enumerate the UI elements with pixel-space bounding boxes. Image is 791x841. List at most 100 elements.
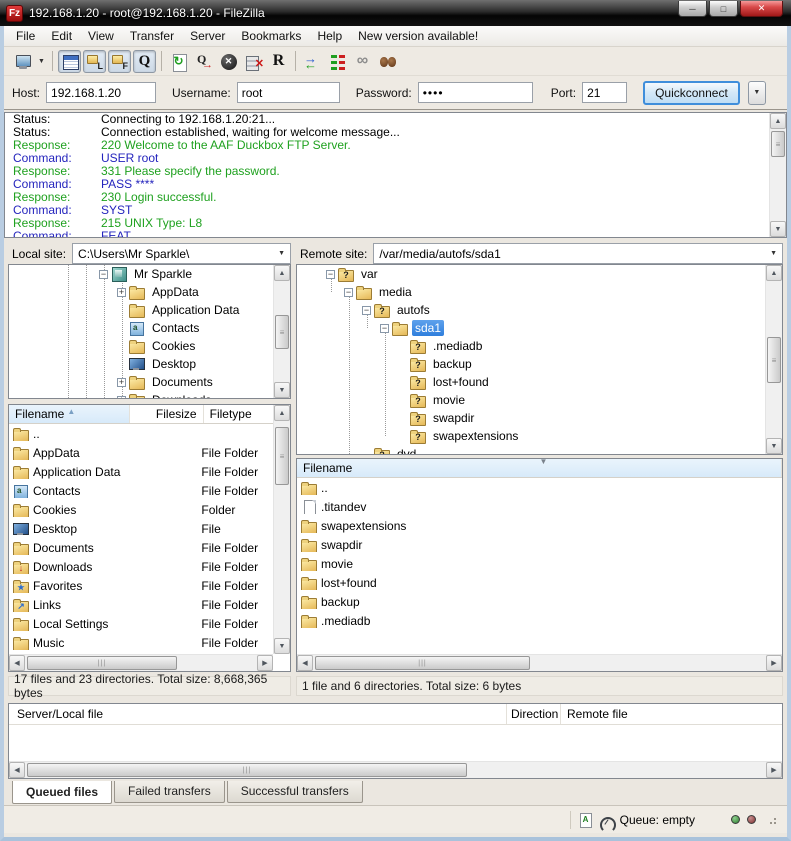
toggle-message-log-icon[interactable] bbox=[58, 50, 81, 73]
tree-row[interactable]: media bbox=[297, 283, 782, 301]
chevron-down-icon[interactable]: ▼ bbox=[770, 250, 777, 257]
password-input[interactable] bbox=[418, 82, 533, 103]
scroll-right-icon[interactable]: ▶ bbox=[766, 762, 782, 778]
scroll-right-icon[interactable]: ▶ bbox=[257, 655, 273, 671]
tree-row[interactable]: Application Data bbox=[9, 301, 290, 319]
file-row[interactable]: .mediadb bbox=[297, 611, 782, 630]
link-icon[interactable] bbox=[351, 50, 374, 73]
toggle-remote-tree-icon[interactable] bbox=[108, 50, 131, 73]
scroll-up-icon[interactable]: ▲ bbox=[274, 405, 290, 421]
tree-expander-icon[interactable] bbox=[326, 270, 335, 279]
message-log-scrollbar[interactable]: ▲ ▼ bbox=[769, 113, 786, 237]
file-row[interactable]: Cookies Folder bbox=[9, 500, 273, 519]
scroll-up-icon[interactable]: ▲ bbox=[766, 265, 782, 281]
file-row[interactable]: Music File Folder bbox=[9, 633, 273, 652]
minimize-button[interactable]: ─ bbox=[678, 1, 707, 17]
scrollbar-thumb[interactable] bbox=[315, 656, 530, 670]
file-row[interactable]: Downloads File Folder bbox=[9, 557, 273, 576]
file-row[interactable]: swapdir bbox=[297, 535, 782, 554]
tree-row[interactable]: backup bbox=[297, 355, 782, 373]
file-row[interactable]: .. bbox=[297, 478, 782, 497]
file-row[interactable]: swapextensions bbox=[297, 516, 782, 535]
tree-row[interactable]: Documents bbox=[9, 373, 290, 391]
scrollbar-thumb[interactable] bbox=[767, 337, 781, 383]
menu-item[interactable]: View bbox=[80, 27, 122, 45]
tree-row[interactable]: swapextensions bbox=[297, 427, 782, 445]
local-site-combobox[interactable]: C:\Users\Mr Sparkle\ ▼ bbox=[72, 243, 291, 264]
scrollbar-thumb[interactable] bbox=[275, 315, 289, 349]
file-row[interactable]: Desktop File bbox=[9, 519, 273, 538]
tree-expander-icon[interactable] bbox=[99, 270, 108, 279]
process-queue-icon[interactable] bbox=[192, 50, 215, 73]
disconnect-icon[interactable] bbox=[242, 50, 265, 73]
file-row[interactable]: backup bbox=[297, 592, 782, 611]
menu-item[interactable]: New version available! bbox=[350, 27, 486, 45]
queue-tab[interactable]: Queued files bbox=[12, 781, 112, 804]
tree-row[interactable]: dvd bbox=[297, 445, 782, 455]
scrollbar-thumb[interactable] bbox=[275, 427, 289, 485]
refresh-icon[interactable] bbox=[167, 50, 190, 73]
column-header-filesize[interactable]: Filesize bbox=[130, 405, 203, 423]
file-row[interactable]: movie bbox=[297, 554, 782, 573]
username-input[interactable] bbox=[237, 82, 340, 103]
scroll-up-icon[interactable]: ▲ bbox=[274, 265, 290, 281]
scroll-left-icon[interactable]: ◀ bbox=[297, 655, 313, 671]
tree-row[interactable]: movie bbox=[297, 391, 782, 409]
menu-item[interactable]: Help bbox=[309, 27, 350, 45]
resize-grip[interactable] bbox=[767, 815, 777, 825]
tree-row[interactable]: Contacts bbox=[9, 319, 290, 337]
transfer-type-icon[interactable] bbox=[578, 812, 592, 828]
tree-expander-icon[interactable] bbox=[117, 396, 126, 400]
tree-row[interactable]: var bbox=[297, 265, 782, 283]
scrollbar-thumb[interactable] bbox=[771, 131, 785, 157]
compare-directories-icon[interactable] bbox=[301, 50, 324, 73]
queue-tab[interactable]: Failed transfers bbox=[114, 781, 225, 803]
file-row[interactable]: Documents File Folder bbox=[9, 538, 273, 557]
column-header-filename[interactable]: Filename▲ bbox=[9, 405, 130, 423]
find-files-icon[interactable] bbox=[376, 50, 399, 73]
queue-hscrollbar[interactable]: ◀ ▶ bbox=[9, 761, 782, 778]
local-tree-scrollbar[interactable]: ▲ ▼ bbox=[273, 265, 290, 398]
scrollbar-thumb[interactable] bbox=[27, 656, 177, 670]
tree-expander-icon[interactable] bbox=[117, 288, 126, 297]
tree-row[interactable]: Cookies bbox=[9, 337, 290, 355]
file-row[interactable]: Local Settings File Folder bbox=[9, 614, 273, 633]
scrollbar-thumb[interactable] bbox=[27, 763, 467, 777]
column-header-filetype[interactable]: Filetype bbox=[204, 405, 278, 423]
tree-row[interactable]: autofs bbox=[297, 301, 782, 319]
tree-expander-icon[interactable] bbox=[344, 288, 353, 297]
file-row[interactable]: .. bbox=[9, 424, 273, 443]
menu-item[interactable]: Edit bbox=[43, 27, 80, 45]
column-header-server-local-file[interactable]: Server/Local file bbox=[9, 704, 507, 724]
synchronized-browsing-icon[interactable] bbox=[326, 50, 349, 73]
scroll-left-icon[interactable]: ◀ bbox=[9, 762, 25, 778]
remote-tree-scrollbar[interactable]: ▲ ▼ bbox=[765, 265, 782, 454]
tree-expander-icon[interactable] bbox=[362, 306, 371, 315]
scroll-down-icon[interactable]: ▼ bbox=[274, 382, 290, 398]
tree-row[interactable]: Mr Sparkle bbox=[9, 265, 290, 283]
tree-row[interactable]: swapdir bbox=[297, 409, 782, 427]
scroll-right-icon[interactable]: ▶ bbox=[766, 655, 782, 671]
quickconnect-button[interactable]: Quickconnect bbox=[643, 81, 740, 105]
queue-tab[interactable]: Successful transfers bbox=[227, 781, 363, 803]
scroll-down-icon[interactable]: ▼ bbox=[766, 438, 782, 454]
tree-row[interactable]: sda1 bbox=[297, 319, 782, 337]
speed-limits-icon[interactable] bbox=[599, 817, 613, 826]
menu-item[interactable]: File bbox=[8, 27, 43, 45]
toggle-queue-icon[interactable] bbox=[133, 50, 156, 73]
menu-item[interactable]: Bookmarks bbox=[233, 27, 309, 45]
splitter-collapse-icon[interactable]: ▼ bbox=[540, 458, 548, 466]
close-button[interactable]: ✕ bbox=[740, 1, 783, 17]
maximize-button[interactable]: □ bbox=[709, 1, 738, 17]
local-list-hscrollbar[interactable]: ◀ ▶ bbox=[9, 654, 273, 671]
menu-item[interactable]: Server bbox=[182, 27, 233, 45]
column-header-direction[interactable]: Direction bbox=[507, 704, 561, 724]
tree-row[interactable]: lost+found bbox=[297, 373, 782, 391]
site-manager-icon[interactable] bbox=[11, 50, 34, 73]
remote-list-hscrollbar[interactable]: ◀ ▶ bbox=[297, 654, 782, 671]
quickconnect-dropdown-icon[interactable]: ▼ bbox=[748, 81, 766, 105]
file-row[interactable]: .titandev bbox=[297, 497, 782, 516]
file-row[interactable]: Favorites File Folder bbox=[9, 576, 273, 595]
scroll-down-icon[interactable]: ▼ bbox=[770, 221, 786, 237]
toggle-local-tree-icon[interactable] bbox=[83, 50, 106, 73]
